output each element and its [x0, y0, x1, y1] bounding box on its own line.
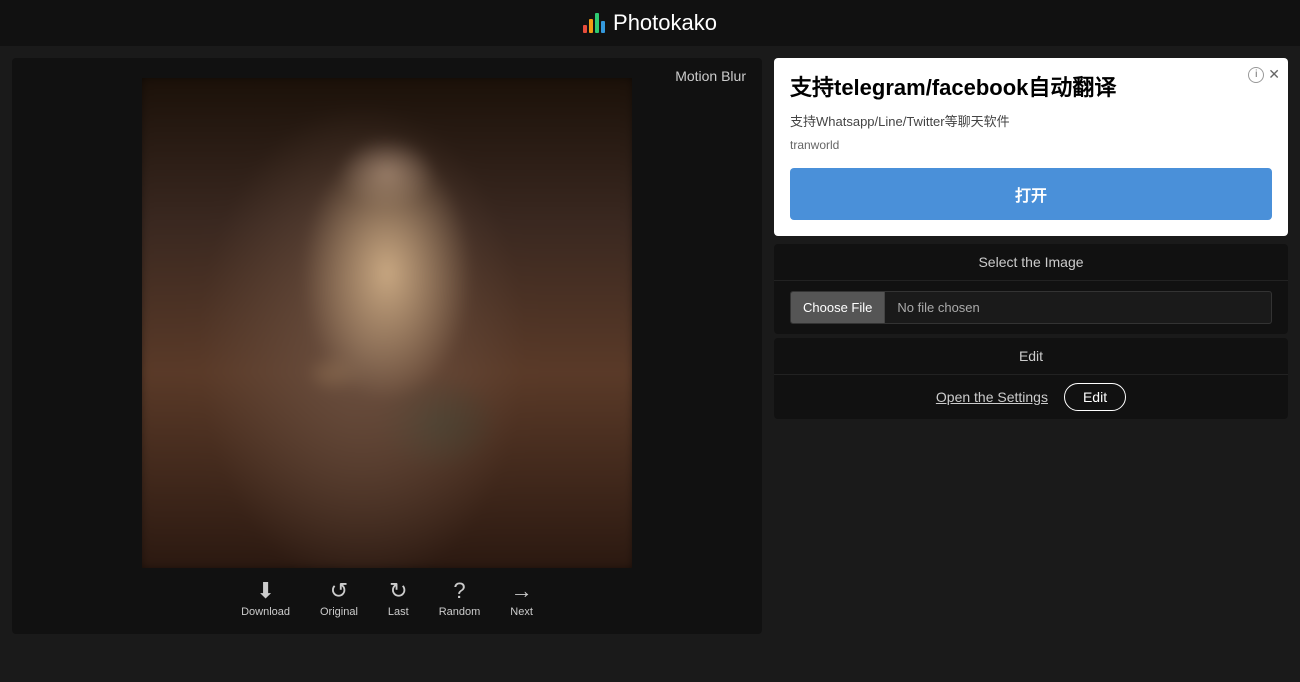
edit-section: Edit Open the Settings Edit — [774, 338, 1288, 419]
next-label: Next — [510, 606, 533, 618]
main-container: Motion Blur ⬇ Download ↺ Original ↻ Last… — [0, 46, 1300, 646]
left-panel: Motion Blur ⬇ Download ↺ Original ↻ Last… — [12, 58, 762, 634]
ad-open-button[interactable]: 打开 — [790, 168, 1272, 220]
ad-close-icon[interactable]: ✕ — [1268, 66, 1280, 83]
last-label: Last — [388, 606, 409, 618]
logo-bar-1 — [583, 25, 587, 33]
select-image-header: Select the Image — [774, 244, 1288, 281]
select-image-body: Choose File No file chosen — [774, 281, 1288, 334]
last-icon: ↻ — [389, 578, 407, 604]
download-button[interactable]: ⬇ Download — [241, 578, 290, 618]
ad-brand: tranworld — [790, 138, 1272, 152]
edit-header: Edit — [774, 338, 1288, 375]
ad-title: 支持telegram/facebook自动翻译 — [790, 74, 1272, 103]
original-icon: ↺ — [330, 578, 348, 604]
ad-info-icon: i — [1248, 67, 1264, 83]
ad-close-button[interactable]: i ✕ — [1248, 66, 1280, 83]
app-header: Photokako — [0, 0, 1300, 46]
next-icon: → — [511, 578, 533, 604]
download-icon: ⬇ — [256, 578, 274, 604]
app-logo: Photokako — [583, 10, 717, 36]
next-button[interactable]: → Next — [510, 578, 533, 618]
file-input-wrapper[interactable]: Choose File No file chosen — [790, 291, 1272, 324]
random-label: Random — [439, 606, 481, 618]
right-panel: i ✕ 支持telegram/facebook自动翻译 支持Whatsapp/L… — [774, 58, 1288, 634]
app-title: Photokako — [613, 10, 717, 36]
edit-row: Open the Settings Edit — [774, 375, 1288, 419]
logo-icon — [583, 13, 605, 33]
image-preview — [142, 78, 632, 568]
ad-box: i ✕ 支持telegram/facebook自动翻译 支持Whatsapp/L… — [774, 58, 1288, 236]
open-settings-button[interactable]: Open the Settings — [936, 389, 1048, 405]
random-icon: ? — [453, 578, 465, 604]
image-area — [24, 70, 750, 568]
logo-bar-3 — [595, 13, 599, 33]
file-input-row: Choose File No file chosen — [790, 291, 1272, 324]
logo-bar-2 — [589, 19, 593, 33]
original-label: Original — [320, 606, 358, 618]
image-toolbar: ⬇ Download ↺ Original ↻ Last ? Random → … — [24, 568, 750, 622]
panel-title: Motion Blur — [675, 68, 746, 84]
ad-subtitle: 支持Whatsapp/Line/Twitter等聊天软件 — [790, 111, 1272, 130]
random-button[interactable]: ? Random — [439, 578, 481, 618]
download-label: Download — [241, 606, 290, 618]
select-image-section: Select the Image Choose File No file cho… — [774, 244, 1288, 334]
original-button[interactable]: ↺ Original — [320, 578, 358, 618]
edit-button[interactable]: Edit — [1064, 383, 1126, 411]
last-button[interactable]: ↻ Last — [388, 578, 409, 618]
blurred-image — [142, 78, 632, 568]
logo-bar-4 — [601, 21, 605, 33]
